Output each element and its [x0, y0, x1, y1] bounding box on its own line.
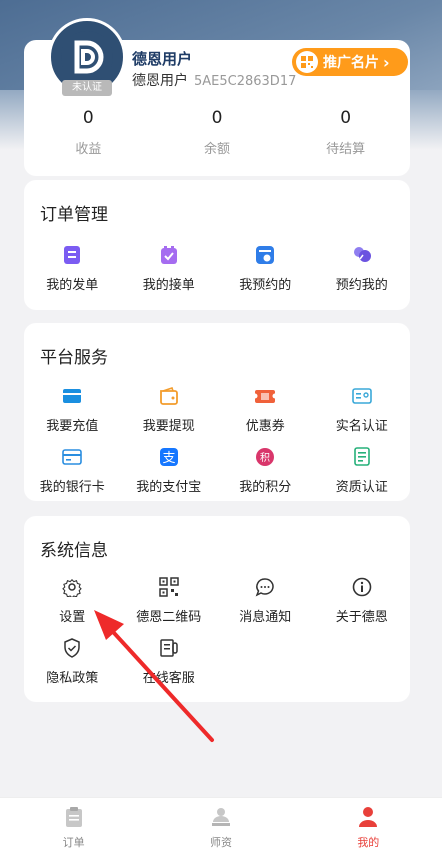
- svg-text:支: 支: [162, 451, 175, 466]
- stat-value: 0: [82, 108, 94, 128]
- doc-icon: [24, 242, 121, 268]
- user-nickname: 德恩用户: [132, 50, 193, 68]
- order-management-card: 订单管理 我的发单 我的接单 我预约的 预约我的: [24, 180, 410, 310]
- stat-value: 0: [211, 108, 223, 128]
- menu-item-label: 我的银行卡: [39, 480, 105, 495]
- menu-item-my-bookings[interactable]: 我预约的: [217, 242, 314, 293]
- certificate-icon: [314, 444, 411, 470]
- menu-item-bank-card[interactable]: 我的银行卡: [24, 444, 121, 495]
- info-icon: [314, 574, 411, 600]
- tab-label: 我的: [357, 836, 380, 849]
- bank-card-icon: [24, 444, 121, 470]
- menu-item-coupons[interactable]: 优惠券: [217, 383, 314, 434]
- system-info-card: 系统信息 设置 德恩二维码 消息通知 关于德恩 隐私政策 在线客服: [24, 516, 410, 702]
- section-title: 订单管理: [40, 205, 108, 225]
- menu-item-label: 我的支付宝: [136, 480, 202, 495]
- menu-item-label: 在线客服: [142, 671, 195, 686]
- menu-item-qualification[interactable]: 资质认证: [314, 444, 411, 495]
- alipay-icon: 支: [121, 444, 218, 470]
- menu-item-label: 我预约的: [239, 278, 292, 293]
- recharge-icon: [24, 383, 121, 409]
- menu-item-label: 设置: [59, 610, 86, 625]
- gear-icon: [24, 574, 121, 600]
- services-grid: 我要充值 我要提现 优惠券 实名认证 我的银行卡 支 我的支付宝 积 我的积分 …: [24, 383, 410, 495]
- stat-label: 待结算: [326, 142, 366, 157]
- platform-services-card: 平台服务 我要充值 我要提现 优惠券 实名认证 我的银行卡 支 我的支付宝 积 …: [24, 323, 410, 501]
- menu-item-real-name-verify[interactable]: 实名认证: [314, 383, 411, 434]
- menu-item-my-accepted-orders[interactable]: 我的接单: [121, 242, 218, 293]
- menu-item-label: 我的接单: [142, 278, 195, 293]
- profile-card: 未认证 德恩用户 德恩用户 5AE5C2863D17 推广名片 › 0 收益 0 …: [24, 18, 410, 176]
- wallet-icon: [121, 383, 218, 409]
- qrcode-icon: [296, 51, 318, 73]
- points-icon: 积: [217, 444, 314, 470]
- menu-item-label: 我要提现: [142, 419, 195, 434]
- menu-item-label: 预约我的: [335, 278, 388, 293]
- menu-item-label: 隐私政策: [46, 671, 99, 686]
- user-id: 5AE5C2863D17: [194, 74, 297, 89]
- tab-label: 订单: [62, 836, 85, 849]
- service-icon: [121, 635, 218, 661]
- menu-item-label: 我的发单: [46, 278, 99, 293]
- shield-icon: [24, 635, 121, 661]
- menu-item-privacy-policy[interactable]: 隐私政策: [24, 635, 121, 686]
- menu-item-settings[interactable]: 设置: [24, 574, 121, 625]
- menu-item-label: 我要充值: [46, 419, 99, 434]
- menu-item-label: 实名认证: [335, 419, 388, 434]
- verify-badge: 未认证: [62, 80, 112, 96]
- brand-logo-icon: [61, 31, 113, 83]
- menu-item-online-service[interactable]: 在线客服: [121, 635, 218, 686]
- users-icon: [314, 242, 411, 268]
- menu-item-label: 德恩二维码: [136, 610, 202, 625]
- id-card-icon: [314, 383, 411, 409]
- tab-teachers[interactable]: 师资: [147, 798, 294, 849]
- menu-item-qrcode[interactable]: 德恩二维码: [121, 574, 218, 625]
- menu-item-withdraw[interactable]: 我要提现: [121, 383, 218, 434]
- stat-earnings[interactable]: 0 收益: [24, 106, 153, 157]
- message-icon: [217, 574, 314, 600]
- stat-balance[interactable]: 0 余额: [153, 106, 282, 157]
- stat-label: 余额: [204, 142, 231, 157]
- stat-value: 0: [340, 108, 352, 128]
- bottom-tab-bar: 订单 师资 我的: [0, 797, 442, 849]
- menu-item-label: 关于德恩: [335, 610, 388, 625]
- tab-label: 师资: [209, 836, 232, 849]
- menu-item-label: 我的积分: [239, 480, 292, 495]
- menu-item-notifications[interactable]: 消息通知: [217, 574, 314, 625]
- booking-icon: [217, 242, 314, 268]
- svg-text:积: 积: [260, 452, 270, 464]
- menu-item-label: 优惠券: [245, 419, 285, 434]
- promo-label: 推广名片: [323, 55, 379, 71]
- menu-item-about[interactable]: 关于德恩: [314, 574, 411, 625]
- accept-icon: [121, 242, 218, 268]
- menu-item-points[interactable]: 积 我的积分: [217, 444, 314, 495]
- order-grid: 我的发单 我的接单 我预约的 预约我的: [24, 242, 410, 293]
- qrcode-icon: [121, 574, 218, 600]
- section-title: 系统信息: [40, 541, 108, 561]
- user-display-name: 德恩用户: [132, 73, 188, 89]
- menu-item-recharge[interactable]: 我要充值: [24, 383, 121, 434]
- promo-card-button[interactable]: 推广名片 ›: [292, 48, 408, 76]
- menu-item-alipay[interactable]: 支 我的支付宝: [121, 444, 218, 495]
- teacher-icon: [211, 808, 230, 826]
- chevron-right-icon: ›: [383, 52, 390, 72]
- stat-label: 收益: [75, 142, 102, 157]
- tab-mine[interactable]: 我的: [295, 798, 442, 849]
- user-info-line: 德恩用户 5AE5C2863D17: [132, 70, 296, 90]
- menu-item-my-posted-orders[interactable]: 我的发单: [24, 242, 121, 293]
- menu-item-label: 消息通知: [239, 610, 292, 625]
- tab-orders[interactable]: 订单: [0, 798, 147, 849]
- stat-pending[interactable]: 0 待结算: [281, 106, 410, 157]
- coupon-icon: [217, 383, 314, 409]
- user-icon: [359, 807, 378, 827]
- menu-item-booked-me[interactable]: 预约我的: [314, 242, 411, 293]
- clipboard-icon: [65, 807, 82, 827]
- menu-item-label: 资质认证: [335, 480, 388, 495]
- stats-row: 0 收益 0 余额 0 待结算: [24, 106, 410, 157]
- section-title: 平台服务: [40, 348, 108, 368]
- system-grid: 设置 德恩二维码 消息通知 关于德恩 隐私政策 在线客服: [24, 574, 410, 686]
